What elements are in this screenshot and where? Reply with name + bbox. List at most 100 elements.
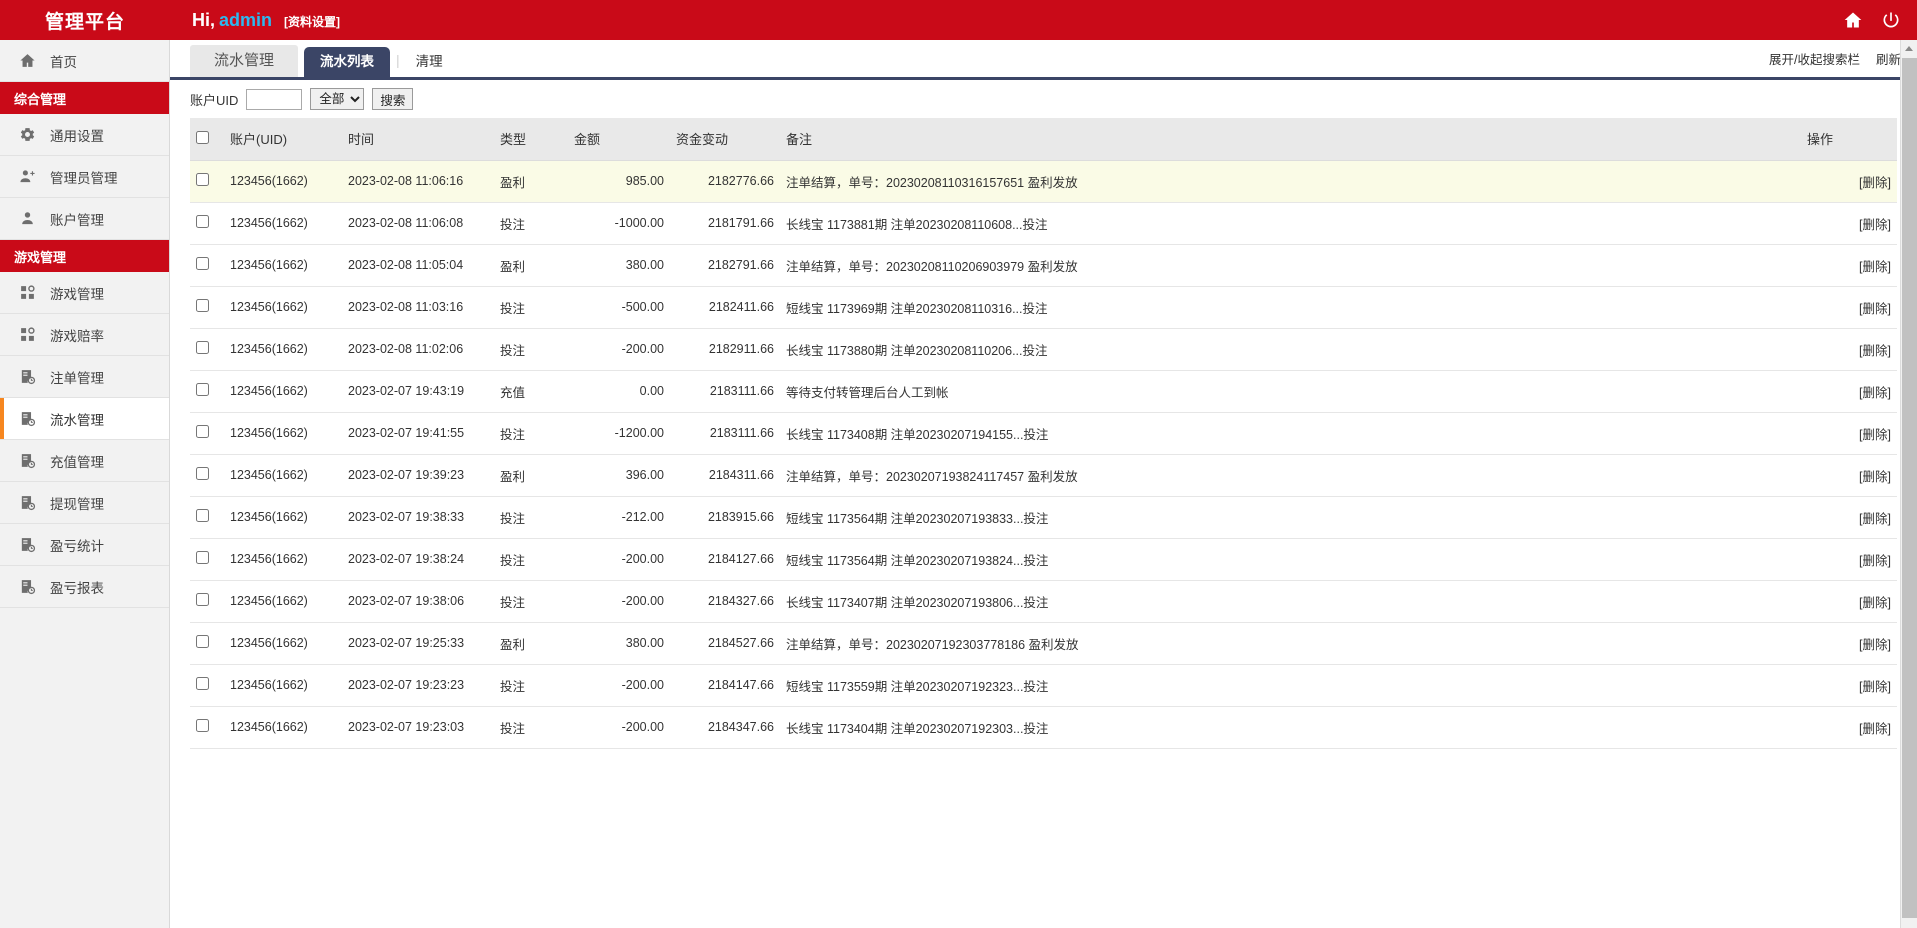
tab-liushui-liebiao[interactable]: 流水列表 xyxy=(304,46,391,77)
cell-time: 2023-02-07 19:39:23 xyxy=(342,454,494,497)
cell-note: 短线宝 1173969期 注单20230208110316...投注 xyxy=(780,286,1801,329)
user-add-icon xyxy=(18,168,36,186)
row-checkbox[interactable] xyxy=(196,551,209,564)
tab-qingli-link[interactable]: 清理 xyxy=(406,54,453,78)
cell-uid: 123456(1662) xyxy=(224,622,342,665)
delete-row-link[interactable]: [删除] xyxy=(1859,386,1891,400)
flow-records-table: 账户(UID) 时间 类型 金额 资金变动 备注 操作 123456(1662)… xyxy=(190,118,1897,749)
sidebar-item-4[interactable]: 账户管理 xyxy=(0,198,169,240)
sidebar-item-11[interactable]: 提现管理 xyxy=(0,482,169,524)
table-row[interactable]: 123456(1662) 2023-02-08 11:05:04 盈利 380.00 2… xyxy=(190,244,1897,287)
cell-time: 2023-02-08 11:05:04 xyxy=(342,244,494,287)
row-checkbox[interactable] xyxy=(196,593,209,606)
sidebar-item-3[interactable]: 管理员管理 xyxy=(0,156,169,198)
table-row[interactable]: 123456(1662) 2023-02-07 19:38:33 投注 -212.00… xyxy=(190,496,1897,539)
cell-balance: 2183915.66 xyxy=(670,496,780,539)
sidebar-item-6[interactable]: 游戏管理 xyxy=(0,272,169,314)
row-checkbox[interactable] xyxy=(196,383,209,396)
row-checkbox[interactable] xyxy=(196,341,209,354)
delete-row-link[interactable]: [删除] xyxy=(1859,428,1891,442)
row-checkbox[interactable] xyxy=(196,173,209,186)
sidebar-item-10[interactable]: 充值管理 xyxy=(0,440,169,482)
row-checkbox[interactable] xyxy=(196,509,209,522)
row-checkbox[interactable] xyxy=(196,425,209,438)
cell-action: [删除] xyxy=(1801,370,1897,413)
cell-amount: 0.00 xyxy=(568,370,670,413)
row-checkbox[interactable] xyxy=(196,299,209,312)
delete-row-link[interactable]: [删除] xyxy=(1859,512,1891,526)
cell-note: 注单结算，单号：20230207192303778186 盈利发放 xyxy=(780,622,1801,665)
table-row[interactable]: 123456(1662) 2023-02-08 11:06:08 投注 -1000.0… xyxy=(190,202,1897,245)
delete-row-link[interactable]: [删除] xyxy=(1859,218,1891,232)
row-checkbox[interactable] xyxy=(196,635,209,648)
sidebar-item-8[interactable]: 注单管理 xyxy=(0,356,169,398)
cell-time: 2023-02-07 19:23:03 xyxy=(342,706,494,749)
sidebar-item-12[interactable]: 盈亏统计 xyxy=(0,524,169,566)
cell-note: 长线宝 1173408期 注单20230207194155...投注 xyxy=(780,412,1801,455)
delete-row-link[interactable]: [删除] xyxy=(1859,470,1891,484)
delete-row-link[interactable]: [删除] xyxy=(1859,260,1891,274)
search-type-select[interactable]: 全部投注盈利充值提现 xyxy=(310,88,365,110)
power-icon[interactable] xyxy=(1881,10,1901,30)
table-row[interactable]: 123456(1662) 2023-02-07 19:23:03 投注 -200.00… xyxy=(190,706,1897,749)
row-checkbox[interactable] xyxy=(196,719,209,732)
row-checkbox[interactable] xyxy=(196,215,209,228)
cell-balance: 2182911.66 xyxy=(670,328,780,371)
table-row[interactable]: 123456(1662) 2023-02-07 19:25:33 盈利 380.00 2… xyxy=(190,622,1897,665)
home-icon[interactable] xyxy=(1843,10,1863,30)
refresh-link[interactable]: 刷新 xyxy=(1876,49,1901,68)
cell-note: 注单结算，单号：20230207193824117457 盈利发放 xyxy=(780,454,1801,497)
row-select-cell xyxy=(190,160,224,203)
delete-row-link[interactable]: [删除] xyxy=(1859,344,1891,358)
toggle-search-panel-link[interactable]: 展开/收起搜索栏 xyxy=(1769,49,1860,68)
table-row[interactable]: 123456(1662) 2023-02-07 19:38:24 投注 -200.00… xyxy=(190,538,1897,581)
search-submit-button[interactable]: 搜索 xyxy=(372,88,414,110)
delete-row-link[interactable]: [删除] xyxy=(1859,176,1891,190)
cell-uid: 123456(1662) xyxy=(224,706,342,749)
row-select-cell xyxy=(190,244,224,287)
table-row[interactable]: 123456(1662) 2023-02-07 19:41:55 投注 -1200.0… xyxy=(190,412,1897,455)
table-row[interactable]: 123456(1662) 2023-02-07 19:38:06 投注 -200.00… xyxy=(190,580,1897,623)
col-header-balance: 资金变动 xyxy=(670,118,780,161)
page-vertical-scrollbar[interactable] xyxy=(1900,40,1917,928)
sidebar-item-7[interactable]: 游戏赔率 xyxy=(0,314,169,356)
cell-balance: 2184147.66 xyxy=(670,664,780,707)
sidebar-item-13[interactable]: 盈亏报表 xyxy=(0,566,169,608)
delete-row-link[interactable]: [删除] xyxy=(1859,680,1891,694)
cell-time: 2023-02-07 19:38:24 xyxy=(342,538,494,581)
table-row[interactable]: 123456(1662) 2023-02-08 11:03:16 投注 -500.00… xyxy=(190,286,1897,329)
cell-balance: 2183111.66 xyxy=(670,412,780,455)
row-select-cell xyxy=(190,664,224,707)
delete-row-link[interactable]: [删除] xyxy=(1859,638,1891,652)
row-select-cell xyxy=(190,370,224,413)
delete-row-link[interactable]: [删除] xyxy=(1859,554,1891,568)
row-select-cell xyxy=(190,496,224,539)
delete-row-link[interactable]: [删除] xyxy=(1859,722,1891,736)
cell-uid: 123456(1662) xyxy=(224,538,342,581)
row-select-cell xyxy=(190,622,224,665)
col-header-note: 备注 xyxy=(780,118,1801,161)
row-checkbox[interactable] xyxy=(196,467,209,480)
select-all-checkbox[interactable] xyxy=(196,130,209,144)
delete-row-link[interactable]: [删除] xyxy=(1859,302,1891,316)
cell-balance: 2182791.66 xyxy=(670,244,780,287)
scroll-up-arrow-icon[interactable] xyxy=(1901,40,1917,56)
delete-row-link[interactable]: [删除] xyxy=(1859,596,1891,610)
table-row[interactable]: 123456(1662) 2023-02-08 11:02:06 投注 -200.00… xyxy=(190,328,1897,371)
sidebar-item-9[interactable]: 流水管理 xyxy=(0,398,169,440)
sidebar-item-0[interactable]: 首页 xyxy=(0,40,169,82)
col-header-type: 类型 xyxy=(494,118,568,161)
cell-uid: 123456(1662) xyxy=(224,202,342,245)
search-uid-input[interactable] xyxy=(246,88,303,110)
row-select-cell xyxy=(190,202,224,245)
sidebar-item-2[interactable]: 通用设置 xyxy=(0,114,169,156)
scrollbar-thumb[interactable] xyxy=(1902,58,1917,918)
row-checkbox[interactable] xyxy=(196,677,209,690)
table-row[interactable]: 123456(1662) 2023-02-07 19:23:23 投注 -200.00… xyxy=(190,664,1897,707)
table-row[interactable]: 123456(1662) 2023-02-08 11:06:16 盈利 985.00 2… xyxy=(190,160,1897,203)
profile-settings-link[interactable]: [资料设置] xyxy=(284,13,340,30)
table-row[interactable]: 123456(1662) 2023-02-07 19:39:23 盈利 396.00 2… xyxy=(190,454,1897,497)
tab-liushui-guanli[interactable]: 流水管理 xyxy=(190,45,299,77)
table-row[interactable]: 123456(1662) 2023-02-07 19:43:19 充值 0.00 218… xyxy=(190,370,1897,413)
row-checkbox[interactable] xyxy=(196,257,209,270)
